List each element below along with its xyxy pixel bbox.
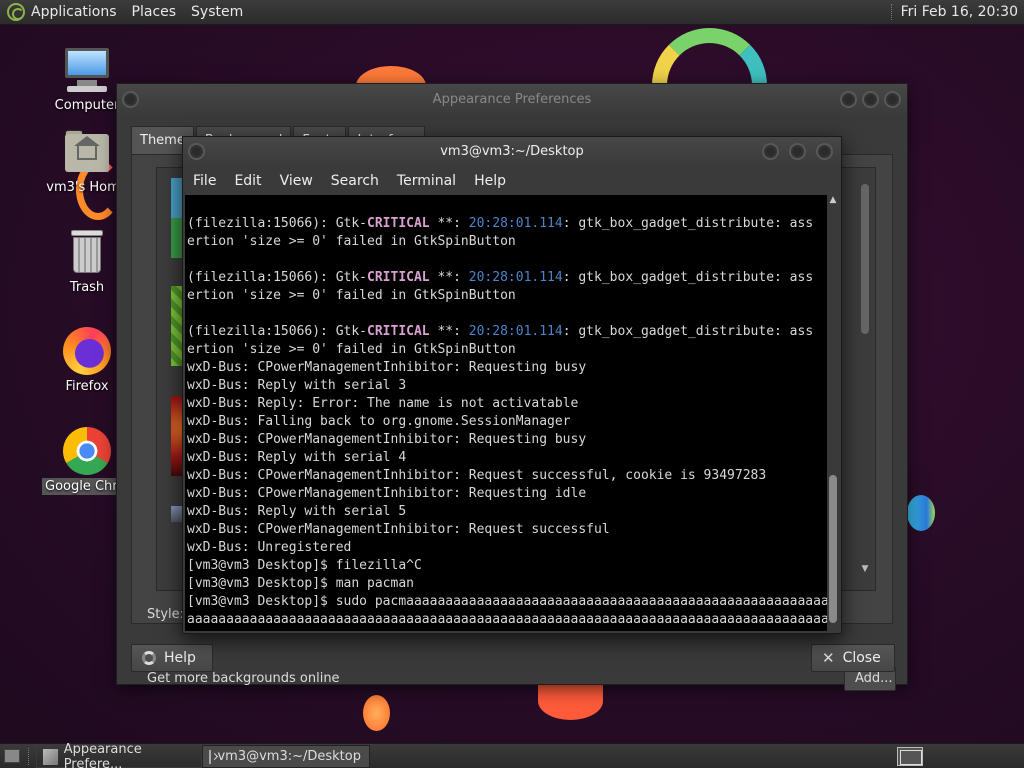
show-desktop-icon[interactable] [4,749,20,763]
menu-edit[interactable]: Edit [234,173,261,189]
menu-system[interactable]: System [191,4,243,20]
terminal-line: wxD-Bus: Reply with serial 3 [187,378,407,393]
close-button[interactable]: ✕ Close [811,644,895,672]
terminal-line: wxD-Bus: CPowerManagementInhibitor: Requ… [187,468,767,483]
distro-logo-icon[interactable] [7,3,25,21]
terminal-line: wxD-Bus: Falling back to org.gnome.Sessi… [187,414,571,429]
terminal-titlebar[interactable]: vm3@vm3:~/Desktop [183,137,841,167]
terminal-line: ertion 'size >= 0' failed in GtkSpinButt… [187,342,516,357]
maximize-button[interactable] [862,91,879,108]
window-menu-button[interactable] [188,143,205,160]
close-window-button[interactable] [884,91,901,108]
desktop-icon-label: Computer [54,98,120,113]
wallpaper-drop-shape [363,695,390,731]
terminal-line: wxD-Bus: Unregistered [187,540,352,555]
terminal-line: (filezilla:15066): Gtk-CRITICAL **: 20:2… [187,324,814,339]
terminal-line: wxD-Bus: Reply: Error: The name is not a… [187,396,579,411]
terminal-line: wxD-Bus: CPowerManagementInhibitor: Requ… [187,522,610,537]
taskbar-item-appearance[interactable]: Appearance Prefere... [36,741,202,768]
terminal-line: wxD-Bus: CPowerManagementInhibitor: Requ… [187,360,587,375]
scroll-up-arrow-icon[interactable]: ▲ [827,195,839,205]
firefox-icon [63,327,111,375]
terminal-output[interactable]: (filezilla:15066): Gtk-CRITICAL **: 20:2… [185,195,827,631]
help-button[interactable]: Help [131,644,213,672]
window-menu-button[interactable] [122,91,139,108]
style-label: Style: [147,607,185,622]
help-icon [142,651,156,665]
terminal-icon [209,749,212,764]
scroll-down-arrow-icon[interactable]: ▼ [859,564,871,574]
maximize-button[interactable] [789,143,806,160]
wallpaper-blue-drop-shape [907,495,935,531]
terminal-line: wxD-Bus: CPowerManagementInhibitor: Requ… [187,432,587,447]
terminal-line: wxD-Bus: CPowerManagementInhibitor: Requ… [187,486,587,501]
menu-file[interactable]: File [193,173,216,189]
terminal-line: ertion 'size >= 0' failed in GtkSpinButt… [187,234,516,249]
menu-terminal[interactable]: Terminal [397,173,456,189]
panel-separator [890,4,893,20]
terminal-line: (filezilla:15066): Gtk-CRITICAL **: 20:2… [187,270,814,285]
desktop-icon-label: Firefox [65,379,109,394]
taskbar-item-label: vm3@vm3:~/Desktop [217,749,361,764]
home-folder-icon [63,128,111,176]
terminal-line: [vm3@vm3 Desktop]$ sudo pacmaaaaaaaaaaaa… [187,594,827,609]
terminal-line: wxD-Bus: Reply with serial 4 [187,450,407,465]
minimize-button[interactable] [840,91,857,108]
workspace-switcher[interactable] [897,747,923,766]
computer-icon [63,46,111,94]
terminal-menubar: File Edit View Search Terminal Help [183,167,841,195]
scrollbar-thumb[interactable] [829,475,837,623]
wallpaper-orange-bottom-shape [538,682,603,720]
terminal-line: [vm3@vm3 Desktop]$ filezilla^C [187,558,422,573]
close-window-button[interactable] [816,143,833,160]
trash-icon [63,228,111,276]
minimize-button[interactable] [762,143,779,160]
desktop-icon-label: Trash [69,280,105,295]
scrollbar-thumb[interactable] [861,184,869,334]
menu-help[interactable]: Help [474,173,506,189]
terminal-line: (filezilla:15066): Gtk-CRITICAL **: 20:2… [187,216,814,231]
terminal-input-line: aaaaaaaaaaaaaaaaaaaaaaaaaaaaaaaaaaaaaaaa… [187,611,827,629]
taskbar-item-terminal[interactable]: vm3@vm3:~/Desktop [202,745,370,768]
window-title: vm3@vm3:~/Desktop [440,144,584,159]
window-title: Appearance Preferences [432,92,592,107]
terminal-window: vm3@vm3:~/Desktop File Edit View Search … [182,136,842,634]
menu-applications[interactable]: Applications [31,4,117,20]
chrome-icon [63,427,111,475]
terminal-line: wxD-Bus: Reply with serial 5 [187,504,407,519]
close-button-label: Close [842,650,881,666]
bottom-taskbar: Appearance Prefere... vm3@vm3:~/Desktop [0,741,1024,768]
terminal-line: ertion 'size >= 0' failed in GtkSpinButt… [187,288,516,303]
clock[interactable]: Fri Feb 16, 20:30 [901,4,1018,20]
top-panel: Applications Places System Fri Feb 16, 2… [0,0,1024,25]
menu-search[interactable]: Search [331,173,379,189]
menu-places[interactable]: Places [132,4,177,20]
menu-view[interactable]: View [280,173,313,189]
terminal-scrollbar[interactable]: ▲ [827,195,839,631]
background-list-scrollbar[interactable]: ▼ [859,174,871,574]
close-icon: ✕ [822,649,835,667]
help-button-label: Help [164,650,196,666]
taskbar-separator [28,748,29,765]
get-more-backgrounds-link[interactable]: Get more backgrounds online [147,671,340,686]
appearance-icon [43,748,58,765]
terminal-line: [vm3@vm3 Desktop]$ man pacman [187,576,414,591]
appearance-titlebar[interactable]: Appearance Preferences [117,84,907,116]
terminal-text: (filezilla:15066): Gtk-CRITICAL **: 20:2… [187,197,827,629]
taskbar-item-label: Appearance Prefere... [63,741,142,768]
